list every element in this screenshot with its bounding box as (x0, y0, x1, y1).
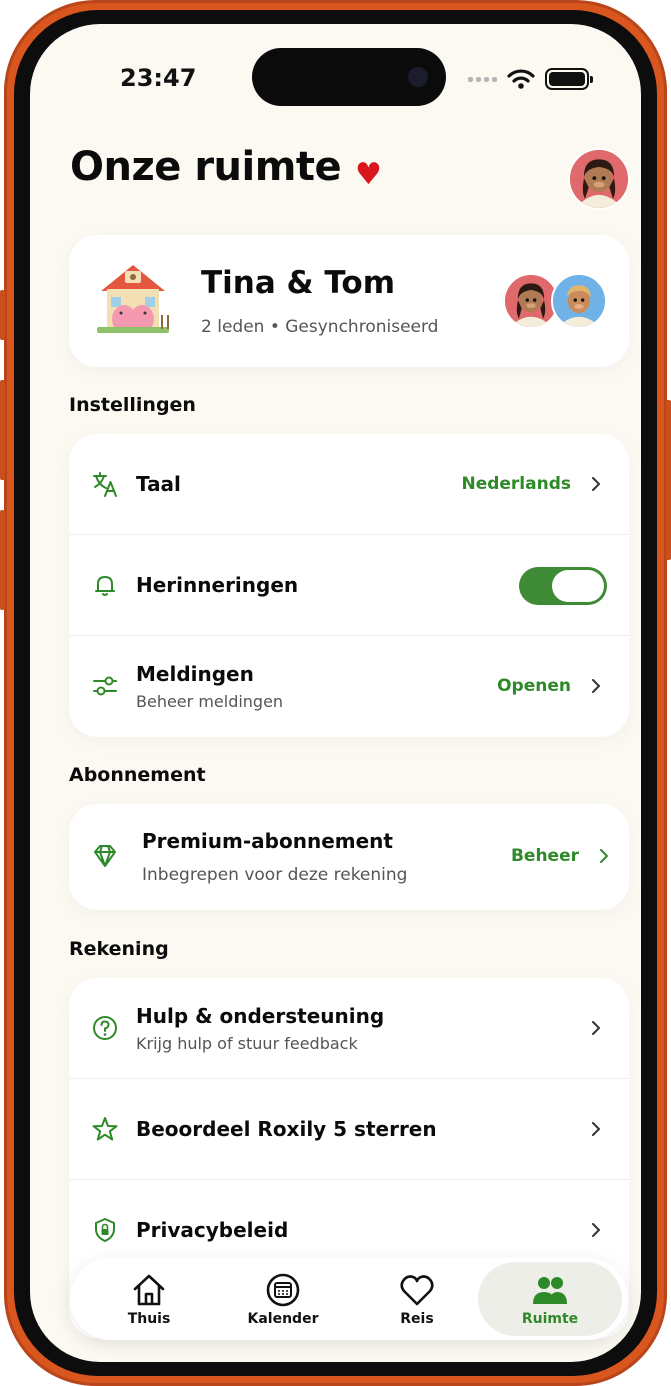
wifi-icon (507, 69, 535, 89)
tab-label: Thuis (127, 1311, 171, 1327)
camera-icon (408, 67, 428, 87)
premium-subtitle: Inbegrepen voor deze rekening (142, 865, 408, 885)
profile-avatar[interactable] (568, 148, 630, 210)
settings-card: Taal Nederlands Herinneringen Meldingen … (69, 434, 629, 737)
status-time: 23:47 (120, 64, 197, 92)
power-button (666, 400, 671, 560)
notifications-title: Meldingen (136, 662, 254, 686)
privacy-title: Privacybeleid (136, 1218, 289, 1242)
notifications-value: Openen (497, 676, 571, 696)
space-subtitle: 2 leden • Gesynchroniseerd (201, 317, 439, 337)
people-icon (533, 1277, 567, 1304)
language-title: Taal (136, 472, 181, 496)
phone-bezel: 23:47 Onze ruimte ♥ Tina & Tom 2 leden •… (14, 10, 657, 1376)
chevron-right-icon (592, 1021, 600, 1035)
section-label-subscription: Abonnement (69, 764, 206, 786)
chevron-right-icon (592, 1223, 600, 1237)
star-icon (92, 1117, 118, 1141)
help-circle-icon (93, 1016, 117, 1040)
settings-row-reminders: Herinneringen (69, 535, 629, 636)
settings-row-notifications[interactable]: Meldingen Beheer meldingen Openen (69, 636, 629, 737)
phone-frame: 23:47 Onze ruimte ♥ Tina & Tom 2 leden •… (0, 0, 671, 1386)
account-row-help[interactable]: Hulp & ondersteuning Krijg hulp of stuur… (69, 978, 629, 1079)
volume-up-button (0, 380, 5, 480)
section-label-settings: Instellingen (69, 394, 196, 416)
language-value: Nederlands (461, 474, 571, 494)
settings-row-language[interactable]: Taal Nederlands (69, 434, 629, 535)
translate-icon (93, 472, 117, 497)
notifications-subtitle: Beheer meldingen (136, 692, 284, 711)
reminders-toggle[interactable] (519, 567, 607, 605)
reminders-title: Herinneringen (136, 573, 299, 597)
chevron-right-icon (600, 849, 608, 863)
diamond-icon (94, 845, 116, 867)
bell-icon (95, 576, 115, 596)
toggle-knob (552, 570, 604, 602)
heart-icon (400, 1275, 434, 1306)
tab-thuis[interactable]: Thuis (84, 1262, 214, 1336)
page-title: Onze ruimte (70, 144, 342, 190)
heart-icon: ♥ (355, 157, 382, 192)
rate-title: Beoordeel Roxily 5 sterren (136, 1117, 437, 1141)
help-subtitle: Krijg hulp of stuur feedback (136, 1034, 358, 1053)
chevron-right-icon (592, 1122, 600, 1136)
volume-down-button (0, 510, 5, 610)
house-icon (133, 1274, 165, 1306)
tab-label: Ruimte (521, 1311, 579, 1327)
sliders-icon (93, 676, 117, 696)
premium-value: Beheer (510, 846, 579, 866)
mute-switch (0, 290, 5, 340)
account-row-rate[interactable]: Beoordeel Roxily 5 sterren (69, 1079, 629, 1180)
calendar-icon (266, 1273, 300, 1307)
shield-lock-icon (95, 1218, 115, 1242)
help-title: Hulp & ondersteuning (136, 1004, 385, 1028)
tab-bar: Thuis Kalender Reis Ruimte (70, 1258, 628, 1340)
dynamic-island (252, 48, 446, 106)
subscription-card: Premium-abonnement Inbegrepen voor deze … (69, 804, 629, 910)
tab-ruimte[interactable]: Ruimte (478, 1262, 622, 1336)
chevron-right-icon (592, 477, 600, 491)
space-card[interactable]: Tina & Tom 2 leden • Gesynchroniseerd (69, 235, 629, 367)
screen: 23:47 Onze ruimte ♥ Tina & Tom 2 leden •… (30, 24, 641, 1362)
chevron-right-icon (592, 679, 600, 693)
house-illustration (97, 265, 169, 333)
tab-label: Kalender (247, 1311, 319, 1327)
section-label-account: Rekening (69, 938, 169, 960)
tab-kalender[interactable]: Kalender (218, 1262, 348, 1336)
tab-label: Reis (400, 1311, 434, 1327)
member-avatar-tom (551, 273, 607, 329)
status-indicators (468, 68, 593, 90)
space-name: Tina & Tom (201, 265, 396, 301)
subscription-row-premium[interactable]: Premium-abonnement Inbegrepen voor deze … (69, 804, 629, 910)
tab-reis[interactable]: Reis (352, 1262, 482, 1336)
signal-icon (468, 76, 497, 82)
premium-title: Premium-abonnement (142, 829, 393, 853)
battery-icon (545, 68, 593, 90)
